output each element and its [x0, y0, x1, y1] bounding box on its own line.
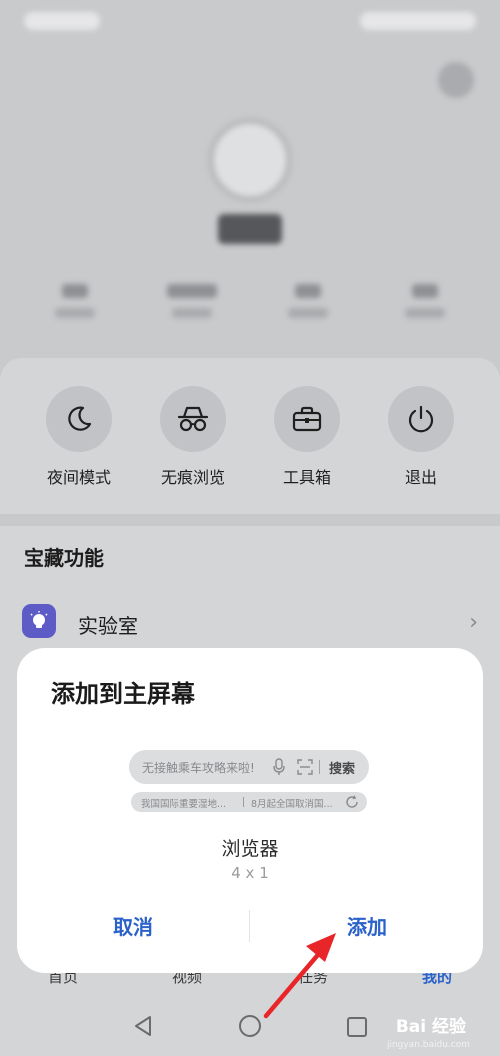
profile-stats — [40, 284, 460, 334]
quick-action-label: 退出 — [404, 468, 437, 487]
lab-menu-item[interactable]: 实验室 › — [22, 604, 478, 640]
lightbulb-icon — [22, 604, 56, 638]
lab-label: 实验室 — [78, 614, 138, 638]
quick-action-logout[interactable]: 退出 — [366, 386, 476, 488]
profile-stat — [273, 284, 343, 334]
quick-action-toolbox[interactable]: 工具箱 — [252, 386, 362, 488]
cancel-button[interactable]: 取消 — [17, 911, 249, 940]
incognito-icon — [160, 386, 226, 452]
quick-action-label: 工具箱 — [282, 468, 331, 487]
profile-stat — [40, 284, 110, 334]
settings-icon — [438, 62, 474, 98]
watermark-url: jingyan.baidu.com — [386, 1040, 470, 1050]
widget-search-bar: 无接触乘车攻略来啦! 搜索 — [129, 750, 369, 784]
chevron-right-icon: › — [469, 610, 478, 635]
widget-news-item: 我国国际重要湿地... — [141, 799, 227, 810]
avatar — [208, 118, 292, 202]
add-button[interactable]: 添加 — [251, 911, 483, 940]
refresh-icon — [346, 795, 358, 808]
quick-action-night-mode[interactable]: 夜间模式 — [24, 386, 134, 488]
widget-news-bar: 我国国际重要湿地... 8月起全国取消国... — [131, 792, 367, 812]
username-blurred — [218, 214, 282, 244]
moon-icon — [46, 386, 112, 452]
widget-size: 4 x 1 — [231, 864, 269, 882]
profile-stat — [157, 284, 227, 334]
widget-news-item: 8月起全国取消国... — [251, 799, 333, 810]
scan-icon — [297, 759, 313, 775]
button-separator — [249, 910, 250, 942]
back-icon[interactable] — [132, 1014, 154, 1038]
home-icon[interactable] — [238, 1014, 262, 1038]
add-to-home-dialog: 添加到主屏幕 无接触乘车攻略来啦! 搜索 我国国际重要湿地... 8月起全国取消… — [17, 648, 483, 973]
recent-apps-icon[interactable] — [346, 1016, 368, 1038]
status-bar-left — [24, 12, 100, 30]
widget-news-separator — [243, 797, 244, 807]
profile-stat — [390, 284, 460, 334]
widget-search-placeholder: 无接触乘车攻略来啦! — [142, 761, 255, 775]
power-icon — [388, 386, 454, 452]
dialog-title: 添加到主屏幕 — [51, 680, 195, 708]
widget-separator — [319, 760, 320, 774]
section-title: 宝藏功能 — [24, 546, 104, 570]
status-bar — [24, 10, 476, 34]
widget-search-button: 搜索 — [329, 762, 356, 777]
status-bar-right — [360, 12, 476, 30]
quick-action-label: 夜间模式 — [46, 468, 111, 487]
watermark-logo: Bai 经验 — [395, 1017, 466, 1037]
section-divider — [0, 514, 500, 526]
quick-action-incognito[interactable]: 无痕浏览 — [138, 386, 248, 488]
mic-icon — [273, 758, 285, 775]
quick-action-label: 无痕浏览 — [160, 468, 225, 487]
widget-preview: 无接触乘车攻略来啦! 搜索 我国国际重要湿地... 8月起全国取消国... — [129, 750, 369, 812]
app-name: 浏览器 — [221, 838, 279, 860]
toolbox-icon — [274, 386, 340, 452]
